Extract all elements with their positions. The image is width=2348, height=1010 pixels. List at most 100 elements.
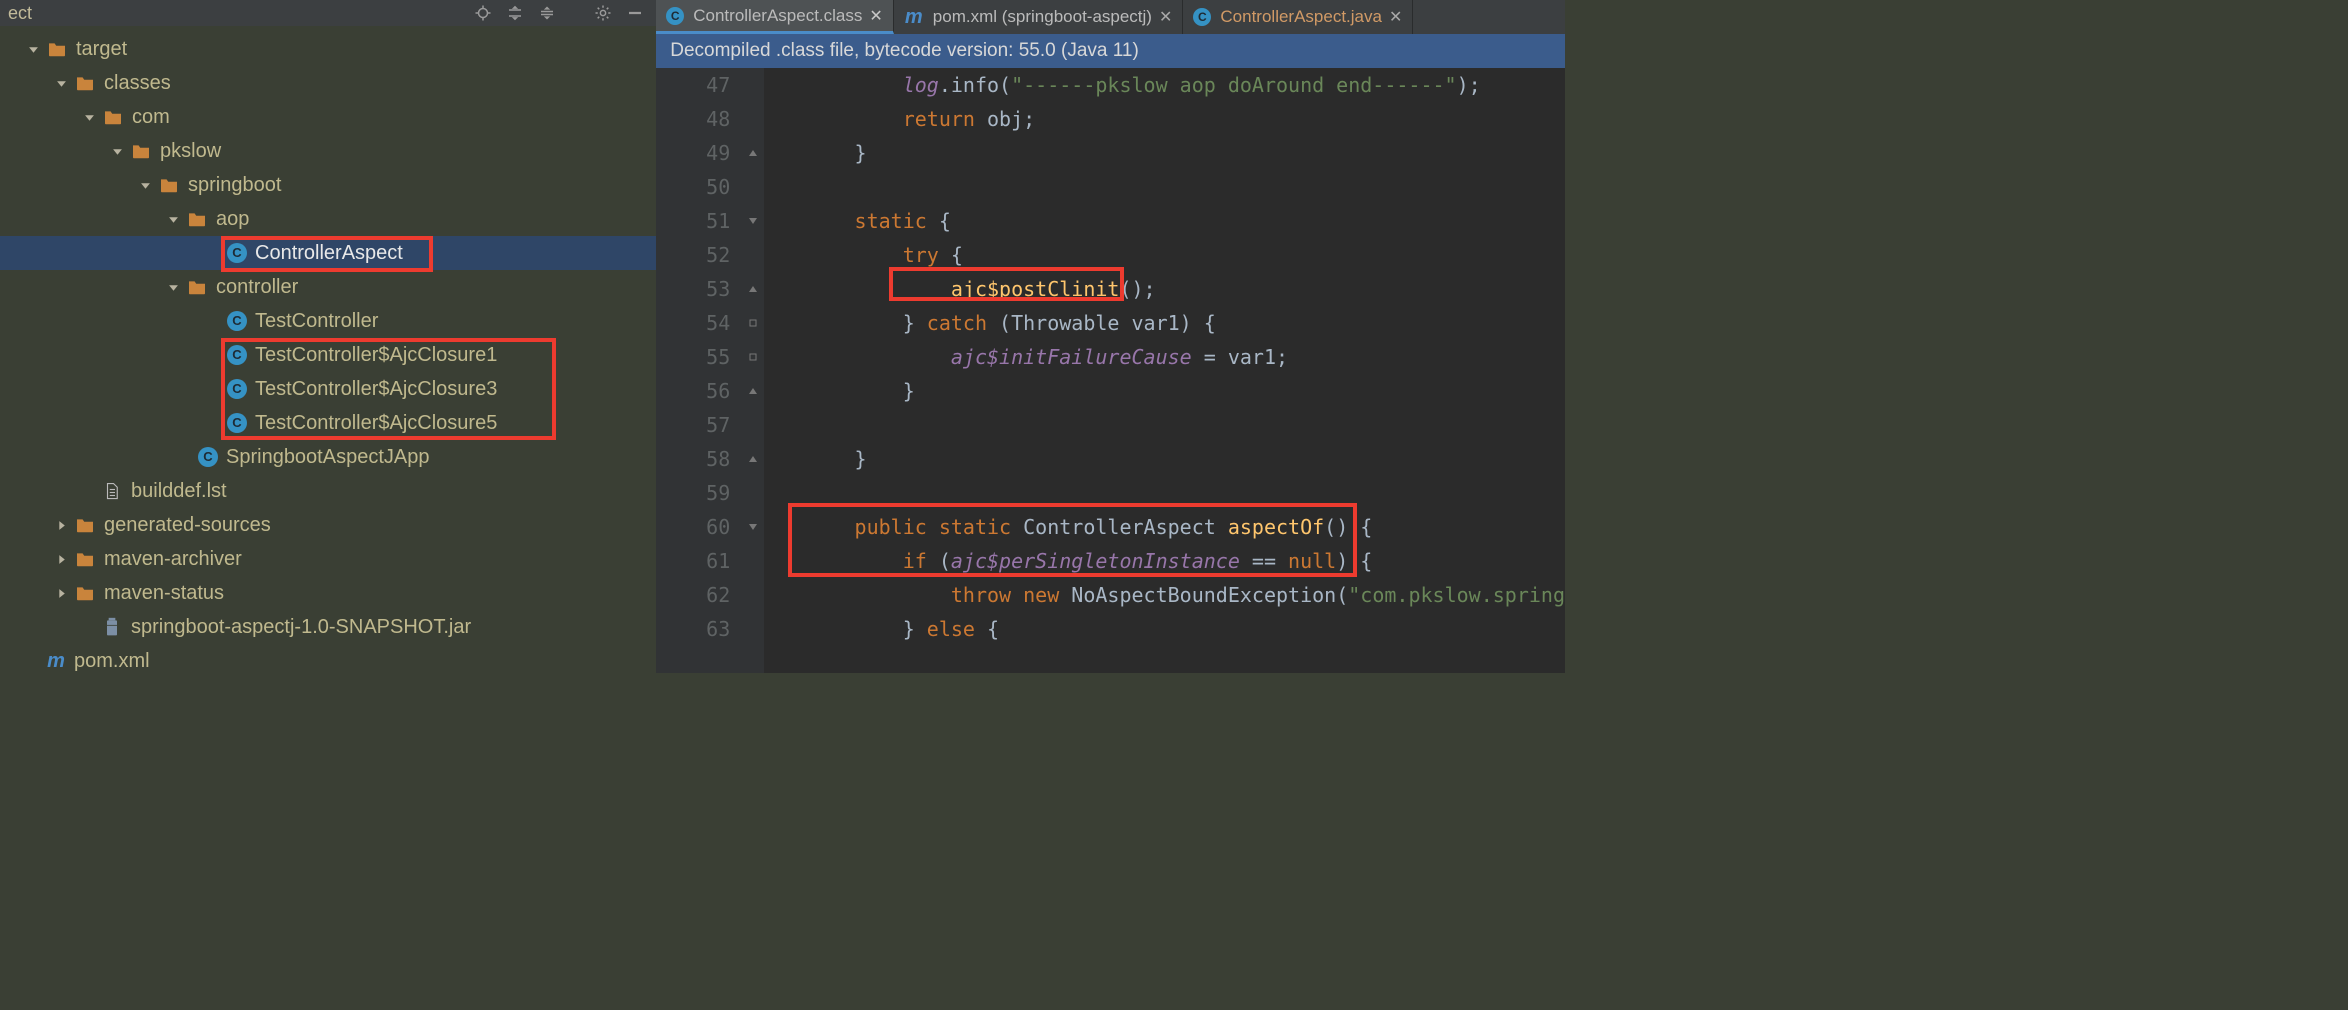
editor-fold-column[interactable]	[742, 68, 764, 673]
fold-close-icon[interactable]	[742, 136, 764, 170]
gutter-line-number: 52	[656, 238, 730, 272]
tree-item-label: springboot-aspectj-1.0-SNAPSHOT.jar	[131, 611, 471, 643]
editor-code-area[interactable]: log.info("------pkslow aop doAround end-…	[764, 68, 1565, 673]
tree-item-label: pom.xml	[74, 645, 150, 677]
fold-close-icon[interactable]	[742, 272, 764, 306]
tree-folder-maven-archiver[interactable]: maven-archiver	[0, 542, 656, 576]
chevron-down-icon[interactable]	[110, 146, 124, 157]
editor-tab[interactable]: CControllerAspect.class✕	[656, 0, 894, 34]
hide-icon[interactable]	[622, 0, 648, 26]
code-line[interactable]: static {	[770, 204, 1565, 238]
chevron-right-icon[interactable]	[54, 554, 68, 565]
fold-open-icon[interactable]	[742, 510, 764, 544]
code-editor[interactable]: 4748495051525354555657585960616263 log.i…	[656, 68, 1565, 673]
tree-file-pom[interactable]: m pom.xml	[0, 644, 656, 678]
tree-folder-aop[interactable]: aop	[0, 202, 656, 236]
tree-item-label: TestController$AjcClosure1	[255, 339, 497, 371]
code-line[interactable]	[770, 476, 1565, 510]
code-line[interactable]: } else {	[770, 612, 1565, 646]
chevron-right-icon[interactable]	[54, 588, 68, 599]
editor-gutter: 4748495051525354555657585960616263	[656, 68, 742, 673]
locate-icon[interactable]	[470, 0, 496, 26]
tree-class-springbootaspectjapp[interactable]: CSpringbootAspectJApp	[0, 440, 656, 474]
tree-folder-pkslow[interactable]: pkslow	[0, 134, 656, 168]
code-line[interactable]: if (ajc$perSingletonInstance == null) {	[770, 544, 1565, 578]
gutter-line-number: 50	[656, 170, 730, 204]
class-icon: C	[1193, 8, 1211, 26]
tree-class-ajcclosure3[interactable]: CTestController$AjcClosure3	[0, 372, 656, 406]
tree-class-ajcclosure5[interactable]: CTestController$AjcClosure5	[0, 406, 656, 440]
code-line[interactable]: }	[770, 374, 1565, 408]
code-line[interactable]: } catch (Throwable var1) {	[770, 306, 1565, 340]
tree-class-ajcclosure1[interactable]: C TestController$AjcClosure1	[0, 338, 656, 372]
gear-icon[interactable]	[590, 0, 616, 26]
fold-gutter-blank	[742, 238, 764, 272]
folder-icon	[74, 72, 96, 94]
chevron-down-icon[interactable]	[54, 78, 68, 89]
maven-icon: m	[46, 651, 66, 671]
code-line[interactable]: }	[770, 442, 1565, 476]
class-icon: C	[227, 243, 247, 263]
gutter-line-number: 55	[656, 340, 730, 374]
chevron-down-icon[interactable]	[138, 180, 152, 191]
code-line[interactable]: }	[770, 136, 1565, 170]
class-icon: C	[227, 345, 247, 365]
tree-file-builddef[interactable]: builddef.lst	[0, 474, 656, 508]
collapse-all-icon[interactable]	[534, 0, 560, 26]
tree-item-label: TestController$AjcClosure5	[255, 407, 497, 439]
tree-item-label: com	[132, 101, 170, 133]
code-line[interactable]: ajc$initFailureCause = var1;	[770, 340, 1565, 374]
expand-all-icon[interactable]	[502, 0, 528, 26]
tree-class-testcontroller[interactable]: CTestController	[0, 304, 656, 338]
fold-gutter-blank	[742, 544, 764, 578]
tree-folder-controller[interactable]: controller	[0, 270, 656, 304]
class-icon: C	[227, 379, 247, 399]
chevron-down-icon[interactable]	[26, 44, 40, 55]
close-icon[interactable]: ✕	[1159, 7, 1172, 27]
folder-icon	[130, 140, 152, 162]
tree-item-label: target	[76, 33, 127, 65]
tree-item-label: classes	[104, 67, 171, 99]
fold-gutter-blank	[742, 170, 764, 204]
fold-close-icon[interactable]	[742, 374, 764, 408]
tree-folder-maven-status[interactable]: maven-status	[0, 576, 656, 610]
folder-icon	[74, 514, 96, 536]
tree-item-label: ControllerAspect	[255, 237, 403, 269]
code-line[interactable]: public static ControllerAspect aspectOf(…	[770, 510, 1565, 544]
tree-folder-com[interactable]: com	[0, 100, 656, 134]
gutter-line-number: 59	[656, 476, 730, 510]
tree-file-snapshot-jar[interactable]: springboot-aspectj-1.0-SNAPSHOT.jar	[0, 610, 656, 644]
fold-close-icon[interactable]	[742, 442, 764, 476]
project-tree[interactable]: targetclassescompkslowspringbootaop C Cont…	[0, 26, 656, 678]
code-line[interactable]	[770, 170, 1565, 204]
tree-folder-target[interactable]: target	[0, 32, 656, 66]
code-line[interactable]: ajc$postClinit();	[770, 272, 1565, 306]
decompile-info-bar: Decompiled .class file, bytecode version…	[656, 34, 1565, 68]
tree-folder-springboot[interactable]: springboot	[0, 168, 656, 202]
tree-item-label: springboot	[188, 169, 281, 201]
tree-folder-generated-sources[interactable]: generated-sources	[0, 508, 656, 542]
project-selector-label[interactable]: ect	[8, 3, 32, 24]
chevron-right-icon[interactable]	[54, 520, 68, 531]
chevron-down-icon[interactable]	[82, 112, 96, 123]
code-line[interactable]	[770, 408, 1565, 442]
class-icon: C	[198, 447, 218, 467]
fold-block-icon[interactable]	[742, 306, 764, 340]
gutter-line-number: 48	[656, 102, 730, 136]
chevron-down-icon[interactable]	[166, 214, 180, 225]
code-line[interactable]: throw new NoAspectBoundException("com.pk…	[770, 578, 1565, 612]
code-line[interactable]: log.info("------pkslow aop doAround end-…	[770, 68, 1565, 102]
close-icon[interactable]: ✕	[1389, 7, 1402, 27]
folder-icon	[46, 38, 68, 60]
close-icon[interactable]: ✕	[869, 6, 882, 26]
code-line[interactable]: try {	[770, 238, 1565, 272]
fold-open-icon[interactable]	[742, 204, 764, 238]
editor-tab[interactable]: CControllerAspect.java✕	[1183, 0, 1413, 34]
tree-folder-classes[interactable]: classes	[0, 66, 656, 100]
chevron-down-icon[interactable]	[166, 282, 180, 293]
fold-block-icon[interactable]	[742, 340, 764, 374]
gutter-line-number: 56	[656, 374, 730, 408]
editor-tab[interactable]: mpom.xml (springboot-aspectj)✕	[894, 0, 1184, 34]
code-line[interactable]: return obj;	[770, 102, 1565, 136]
tree-class-controlleraspect[interactable]: C ControllerAspect	[0, 236, 656, 270]
